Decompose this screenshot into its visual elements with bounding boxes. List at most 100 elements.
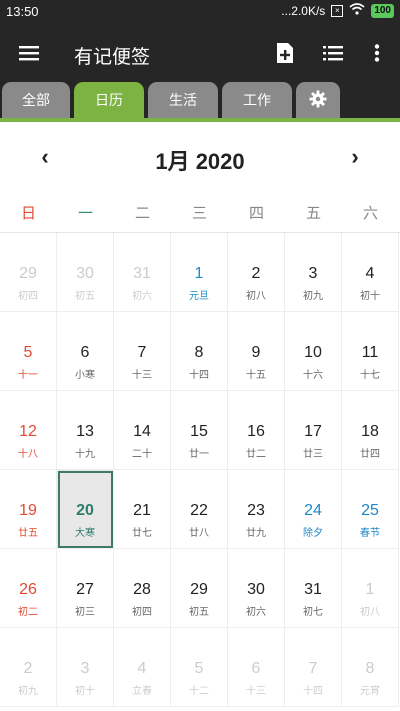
- lunar-date: 初八: [360, 607, 380, 618]
- day-cell[interactable]: 14 二十: [114, 391, 171, 470]
- day-cell[interactable]: 28 初四: [114, 549, 171, 628]
- day-number: 26: [19, 581, 37, 598]
- battery-indicator: 100: [371, 3, 394, 18]
- day-cell[interactable]: 31 初七: [285, 549, 342, 628]
- day-number: 21: [133, 502, 151, 519]
- list-view-icon[interactable]: [318, 38, 348, 68]
- app-title: 有记便签: [74, 47, 151, 68]
- day-cell[interactable]: 6 十三: [228, 628, 285, 707]
- lunar-date: 初三: [75, 607, 95, 618]
- status-right: ...2.0K/s × 100: [281, 3, 394, 18]
- weekday-wed: 三: [191, 205, 207, 222]
- day-cell[interactable]: 5 十二: [171, 628, 228, 707]
- tab-calendar[interactable]: 日历: [74, 82, 144, 118]
- month-navigation: ‹ 1月 2020 ›: [0, 122, 400, 190]
- lunar-date: 十八: [18, 449, 38, 460]
- day-cell[interactable]: 26 初二: [0, 549, 57, 628]
- day-number: 29: [190, 581, 208, 598]
- lunar-date: 初九: [18, 686, 38, 697]
- day-cell[interactable]: 21 廿七: [114, 470, 171, 549]
- day-cell[interactable]: 5 十一: [0, 312, 57, 391]
- lunar-date: 大寒: [75, 528, 95, 539]
- day-cell[interactable]: 30 初五: [57, 233, 114, 312]
- day-cell[interactable]: 17 廿三: [285, 391, 342, 470]
- day-cell[interactable]: 25 春节: [342, 470, 399, 549]
- lunar-date: 初五: [75, 291, 95, 302]
- day-cell[interactable]: 9 十五: [228, 312, 285, 391]
- day-cell[interactable]: 3 初九: [285, 233, 342, 312]
- day-cell[interactable]: 2 初九: [0, 628, 57, 707]
- tab-work[interactable]: 工作: [222, 82, 292, 118]
- day-number: 25: [361, 502, 379, 519]
- day-cell[interactable]: 18 廿四: [342, 391, 399, 470]
- day-number: 29: [19, 265, 37, 282]
- day-number: 11: [361, 344, 379, 361]
- day-cell[interactable]: 27 初三: [57, 549, 114, 628]
- lunar-date: 初四: [132, 607, 152, 618]
- day-cell[interactable]: 7 十四: [285, 628, 342, 707]
- lunar-date: 初八: [246, 291, 266, 302]
- menu-icon[interactable]: [14, 38, 44, 68]
- lunar-date: 立春: [132, 686, 152, 697]
- day-cell[interactable]: 10 十六: [285, 312, 342, 391]
- day-cell[interactable]: 31 初六: [114, 233, 171, 312]
- day-cell[interactable]: 3 初十: [57, 628, 114, 707]
- day-cell[interactable]: 4 立春: [114, 628, 171, 707]
- day-number: 6: [251, 660, 261, 677]
- day-cell[interactable]: 1 元旦: [171, 233, 228, 312]
- day-cell[interactable]: 19 廿五: [0, 470, 57, 549]
- day-cell[interactable]: 15 廿一: [171, 391, 228, 470]
- day-cell[interactable]: 1 初八: [342, 549, 399, 628]
- lunar-date: 小寒: [75, 370, 95, 381]
- status-bar: 13:50 ...2.0K/s × 100: [0, 0, 400, 24]
- day-cell[interactable]: 24 除夕: [285, 470, 342, 549]
- tab-all[interactable]: 全部: [2, 82, 70, 118]
- day-cell[interactable]: 4 初十: [342, 233, 399, 312]
- day-cell[interactable]: 6 小寒: [57, 312, 114, 391]
- day-cell[interactable]: 30 初六: [228, 549, 285, 628]
- day-number: 8: [365, 660, 375, 677]
- lunar-date: 十三: [246, 686, 266, 697]
- lunar-date: 初九: [303, 291, 323, 302]
- day-number: 1: [194, 265, 204, 282]
- day-cell[interactable]: 8 元宵: [342, 628, 399, 707]
- day-cell[interactable]: 20 大寒: [57, 470, 114, 549]
- day-cell[interactable]: 11 十七: [342, 312, 399, 391]
- more-options-icon[interactable]: [362, 38, 392, 68]
- day-cell[interactable]: 12 十八: [0, 391, 57, 470]
- day-number: 16: [247, 423, 265, 440]
- day-number: 30: [76, 265, 94, 282]
- lunar-date: 廿九: [246, 528, 266, 539]
- day-number: 9: [251, 344, 261, 361]
- lunar-date: 除夕: [303, 528, 323, 539]
- day-cell[interactable]: 22 廿八: [171, 470, 228, 549]
- lunar-date: 初四: [18, 291, 38, 302]
- day-cell[interactable]: 29 初四: [0, 233, 57, 312]
- weekday-sat: 六: [362, 205, 378, 222]
- day-cell[interactable]: 13 十九: [57, 391, 114, 470]
- day-cell[interactable]: 23 廿九: [228, 470, 285, 549]
- day-number: 14: [133, 423, 151, 440]
- lunar-date: 春节: [360, 528, 380, 539]
- lunar-date: 十二: [189, 686, 209, 697]
- add-note-icon[interactable]: [270, 38, 300, 68]
- day-number: 31: [133, 265, 151, 282]
- day-number: 15: [190, 423, 208, 440]
- network-speed: ...2.0K/s: [281, 3, 326, 18]
- lunar-date: 十六: [303, 370, 323, 381]
- tab-life[interactable]: 生活: [148, 82, 218, 118]
- day-cell[interactable]: 7 十三: [114, 312, 171, 391]
- lunar-date: 廿八: [189, 528, 209, 539]
- day-number: 30: [247, 581, 265, 598]
- day-cell[interactable]: 2 初八: [228, 233, 285, 312]
- next-month-icon[interactable]: ›: [340, 142, 370, 172]
- day-number: 6: [80, 344, 90, 361]
- day-number: 31: [304, 581, 322, 598]
- day-number: 28: [133, 581, 151, 598]
- day-cell[interactable]: 29 初五: [171, 549, 228, 628]
- lunar-date: 十三: [132, 370, 152, 381]
- day-cell[interactable]: 8 十四: [171, 312, 228, 391]
- tab-settings[interactable]: [296, 82, 340, 118]
- day-cell[interactable]: 16 廿二: [228, 391, 285, 470]
- day-number: 10: [304, 344, 322, 361]
